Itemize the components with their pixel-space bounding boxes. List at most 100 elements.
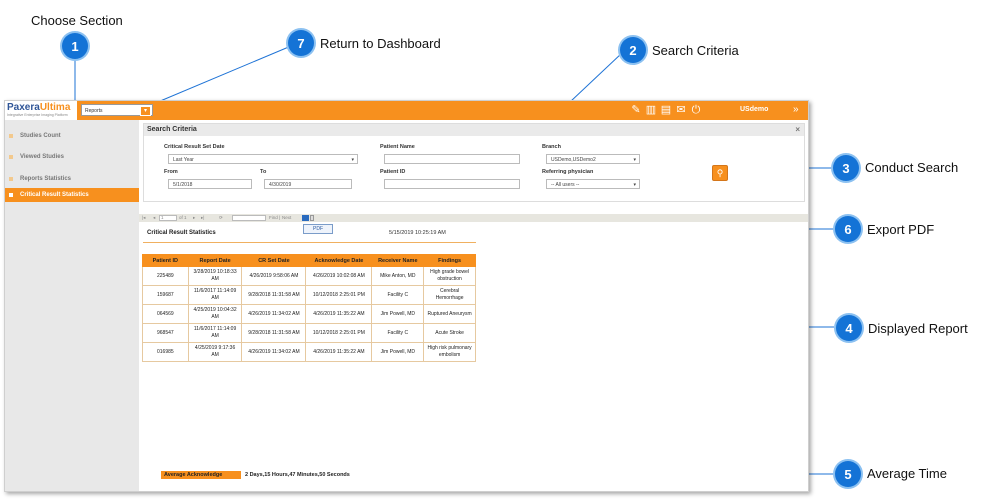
sidebar-item-viewed-studies[interactable]: Viewed Studies — [5, 150, 139, 164]
export-pdf-option[interactable]: PDF — [303, 224, 333, 234]
save-icon[interactable] — [302, 215, 309, 221]
cell: 4/26/2019 11:34:02 AM — [241, 304, 307, 324]
set-date-select[interactable]: Last Year ▾ — [168, 154, 358, 164]
cell: 4/25/2019 9:17:36 AM — [187, 342, 243, 362]
find-link[interactable]: Find — [269, 214, 278, 222]
patient-name-input[interactable] — [384, 154, 520, 164]
next-page-icon[interactable]: ▸ — [193, 214, 195, 222]
table-row: 159687 11/6/2017 11:14:09 AM 9/28/2018 1… — [142, 285, 476, 305]
average-acknowledge-label: Average Acknowledge — [161, 471, 241, 479]
referring-label: Referring physician — [542, 169, 594, 175]
cell: 11/6/2017 11:14:09 AM — [187, 285, 243, 305]
top-bar: PaxeraUltima Integrative Enterprise Imag… — [5, 101, 808, 120]
report-divider — [143, 242, 476, 243]
referring-select[interactable]: -- All users -- ▾ — [546, 179, 640, 189]
table-header-row: Patient ID Report Date CR Set Date Ackno… — [142, 254, 476, 267]
callout-badge-2: 2 — [620, 37, 646, 63]
callout-label-conduct-search: Conduct Search — [865, 160, 959, 175]
col-cr-set-date: CR Set Date — [241, 254, 307, 267]
collapse-icon[interactable]: » — [793, 104, 799, 115]
bullet-icon — [9, 177, 13, 181]
average-acknowledge-value: 2 Days,15 Hours,47 Minutes,50 Seconds — [245, 472, 350, 478]
folders-icon[interactable]: ▤ — [660, 104, 672, 116]
cell: Jim Powell, MD — [371, 342, 425, 362]
patient-id-input[interactable] — [384, 179, 520, 189]
sidebar-item-critical-result-statistics[interactable]: Critical Result Statistics — [5, 188, 139, 202]
bullet-icon — [9, 134, 13, 138]
power-icon[interactable]: ⏻ — [690, 104, 702, 116]
main-content: Search Criteria × Critical Result Set Da… — [139, 120, 808, 491]
callout-badge-7: 7 — [288, 30, 314, 56]
search-criteria-title: Search Criteria — [147, 126, 197, 133]
cell: 9/28/2018 11:31:58 AM — [241, 285, 307, 305]
section-select-value: Reports — [85, 108, 103, 114]
edit-icon[interactable]: ✎ — [630, 104, 642, 116]
last-page-icon[interactable]: ▸| — [201, 214, 204, 222]
close-icon[interactable]: × — [795, 124, 800, 136]
cell: 4/26/2019 11:35:22 AM — [305, 342, 373, 362]
chevron-down-icon[interactable] — [310, 215, 314, 221]
to-label: To — [260, 169, 267, 175]
callout-label-displayed-report: Displayed Report — [868, 321, 968, 336]
search-criteria-header: Search Criteria × — [144, 124, 804, 136]
table-row: 016985 4/25/2019 9:17:36 AM 4/26/2019 11… — [142, 342, 476, 362]
table-row: 225489 3/28/2019 10:18:33 AM 4/26/2019 9… — [142, 266, 476, 286]
cell: 4/26/2019 11:34:02 AM — [241, 342, 307, 362]
first-page-icon[interactable]: |◂ — [142, 214, 145, 222]
report-title: Critical Result Statistics — [147, 230, 216, 236]
from-label: From — [164, 169, 178, 175]
branch-value: USDemo,USDemo2 — [551, 157, 596, 163]
sidebar-item-studies-count[interactable]: Studies Count — [5, 129, 139, 143]
callout-badge-3: 3 — [833, 155, 859, 181]
from-date-input[interactable]: 5/1/2018 — [168, 179, 252, 189]
cell: 10/12/2018 2:25:01 PM — [305, 323, 373, 343]
branch-label: Branch — [542, 144, 561, 150]
page-number-input[interactable]: 1 — [159, 215, 177, 221]
cell: 159687 — [142, 285, 189, 305]
cell: 4/25/2019 10:04:32 AM — [187, 304, 243, 324]
caret-down-icon: ▾ — [633, 182, 636, 188]
callout-label-return-dashboard: Return to Dashboard — [320, 36, 441, 51]
patient-id-label: Patient ID — [380, 169, 406, 175]
col-acknowledge-date: Acknowledge Date — [305, 254, 373, 267]
sidebar-item-label: Reports Statistics — [20, 176, 72, 182]
cell: High risk pulmonary embolism — [423, 342, 476, 362]
cell: 4/26/2019 11:35:22 AM — [305, 304, 373, 324]
report-toolbar: |◂ ◂ 1 of 1 ▸ ▸| ⟳ Find | Next — [139, 214, 808, 222]
mail-icon[interactable]: ✉ — [675, 104, 687, 116]
page-count: of 1 — [179, 215, 187, 220]
cell: 3/28/2019 10:18:33 AM — [187, 266, 243, 286]
next-find-link[interactable]: Next — [282, 214, 291, 222]
to-date-input[interactable]: 4/30/2019 — [264, 179, 352, 189]
chevron-down-icon[interactable]: ▾ — [140, 106, 151, 116]
callout-label-export-pdf: Export PDF — [867, 222, 935, 237]
patient-name-label: Patient Name — [380, 144, 415, 150]
find-input[interactable] — [232, 215, 266, 221]
app-window: PaxeraUltima Integrative Enterprise Imag… — [4, 100, 809, 492]
cell: Ruptured Aneurysm — [423, 304, 476, 324]
logo-name-part1: Paxera — [7, 102, 40, 113]
col-report-date: Report Date — [187, 254, 243, 267]
sidebar-item-reports-statistics[interactable]: Reports Statistics — [5, 172, 139, 186]
report-table: Patient ID Report Date CR Set Date Ackno… — [142, 254, 476, 362]
col-findings: Findings — [423, 254, 476, 267]
col-patient-id: Patient ID — [142, 254, 189, 267]
search-button[interactable]: ⚲ — [712, 165, 728, 181]
cell: Facility C — [371, 323, 425, 343]
search-criteria-panel: Search Criteria × Critical Result Set Da… — [143, 123, 805, 202]
top-icons: ✎ ▥ ▤ ✉ ⏻ — [630, 104, 702, 116]
user-name[interactable]: USdemo — [740, 106, 768, 113]
bar-chart-icon[interactable]: ▥ — [645, 104, 657, 116]
caret-down-icon: ▾ — [351, 157, 354, 163]
cell: 10/12/2018 2:25:01 PM — [305, 285, 373, 305]
section-select[interactable]: Reports ▾ — [81, 104, 153, 116]
paxera-logo: PaxeraUltima Integrative Enterprise Imag… — [5, 101, 77, 120]
refresh-icon[interactable]: ⟳ — [219, 214, 223, 222]
callout-badge-4: 4 — [836, 315, 862, 341]
prev-page-icon[interactable]: ◂ — [153, 214, 155, 222]
sidebar-item-label: Studies Count — [20, 133, 61, 139]
set-date-label: Critical Result Set Date — [164, 144, 225, 150]
branch-select[interactable]: USDemo,USDemo2 ▾ — [546, 154, 640, 164]
col-receiver-name: Receiver Name — [371, 254, 425, 267]
find-separator: | — [279, 215, 281, 220]
